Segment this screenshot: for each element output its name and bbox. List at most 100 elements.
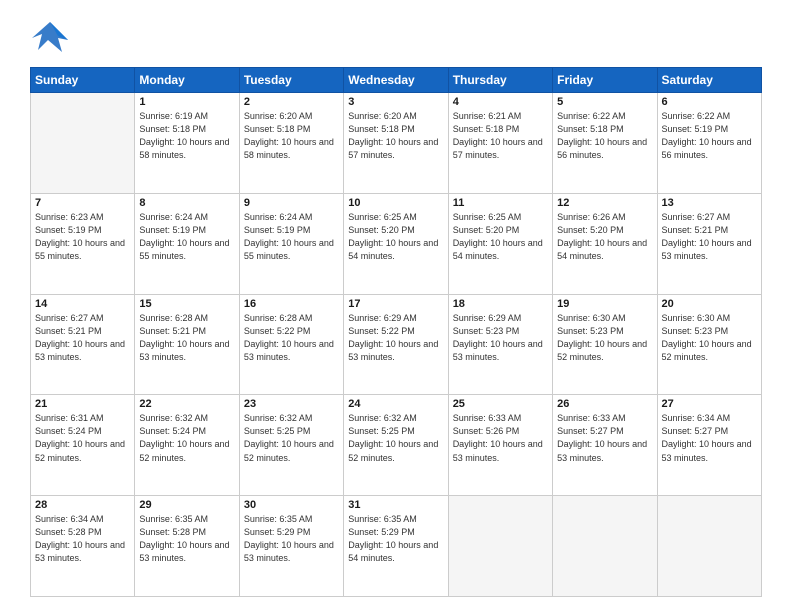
day-number: 5 xyxy=(557,96,652,108)
day-info: Sunrise: 6:27 AMSunset: 5:21 PMDaylight:… xyxy=(35,312,130,364)
day-number: 17 xyxy=(348,298,443,310)
day-info: Sunrise: 6:30 AMSunset: 5:23 PMDaylight:… xyxy=(662,312,757,364)
day-number: 7 xyxy=(35,197,130,209)
day-info: Sunrise: 6:22 AMSunset: 5:18 PMDaylight:… xyxy=(557,110,652,162)
calendar-cell: 6 Sunrise: 6:22 AMSunset: 5:19 PMDaylight… xyxy=(657,93,761,194)
day-number: 26 xyxy=(557,398,652,410)
calendar-cell: 25 Sunrise: 6:33 AMSunset: 5:26 PMDayligh… xyxy=(448,395,552,496)
day-info: Sunrise: 6:23 AMSunset: 5:19 PMDaylight:… xyxy=(35,211,130,263)
day-number: 28 xyxy=(35,499,130,511)
day-number: 22 xyxy=(139,398,234,410)
calendar-cell: 22 Sunrise: 6:32 AMSunset: 5:24 PMDayligh… xyxy=(135,395,239,496)
day-info: Sunrise: 6:22 AMSunset: 5:19 PMDaylight:… xyxy=(662,110,757,162)
day-info: Sunrise: 6:33 AMSunset: 5:27 PMDaylight:… xyxy=(557,412,652,464)
calendar-cell: 15Sunrise: 6:28 AMSunset: 5:21 PMDayligh… xyxy=(135,294,239,395)
calendar-cell: 1 Sunrise: 6:19 AMSunset: 5:18 PMDaylight… xyxy=(135,93,239,194)
day-number: 27 xyxy=(662,398,757,410)
day-number: 9 xyxy=(244,197,339,209)
day-number: 30 xyxy=(244,499,339,511)
day-info: Sunrise: 6:25 AMSunset: 5:20 PMDaylight:… xyxy=(348,211,443,263)
day-info: Sunrise: 6:35 AMSunset: 5:29 PMDaylight:… xyxy=(244,513,339,565)
day-number: 29 xyxy=(139,499,234,511)
calendar-week-3: 14 Sunrise: 6:27 AMSunset: 5:21 PMDayligh… xyxy=(31,294,762,395)
day-info: Sunrise: 6:20 AMSunset: 5:18 PMDaylight:… xyxy=(244,110,339,162)
calendar-cell: 24 Sunrise: 6:32 AMSunset: 5:25 PMDayligh… xyxy=(344,395,448,496)
day-info: Sunrise: 6:27 AMSunset: 5:21 PMDaylight:… xyxy=(662,211,757,263)
day-info: Sunrise: 6:25 AMSunset: 5:20 PMDaylight:… xyxy=(453,211,548,263)
header xyxy=(30,20,762,55)
calendar-cell: 14 Sunrise: 6:27 AMSunset: 5:21 PMDayligh… xyxy=(31,294,135,395)
calendar-cell: 31 Sunrise: 6:35 AMSunset: 5:29 PMDayligh… xyxy=(344,496,448,597)
day-number: 31 xyxy=(348,499,443,511)
calendar-cell xyxy=(657,496,761,597)
calendar-cell: 29 Sunrise: 6:35 AMSunset: 5:28 PMDayligh… xyxy=(135,496,239,597)
calendar-header-tuesday: Tuesday xyxy=(239,68,343,93)
calendar-cell: 7 Sunrise: 6:23 AMSunset: 5:19 PMDaylight… xyxy=(31,193,135,294)
calendar-header-thursday: Thursday xyxy=(448,68,552,93)
day-info: Sunrise: 6:28 AMSunset: 5:22 PMDaylight:… xyxy=(244,312,339,364)
day-info: Sunrise: 6:19 AMSunset: 5:18 PMDaylight:… xyxy=(139,110,234,162)
day-number: 12 xyxy=(557,197,652,209)
logo xyxy=(30,20,74,55)
day-number: 16 xyxy=(244,298,339,310)
day-info: Sunrise: 6:32 AMSunset: 5:25 PMDaylight:… xyxy=(348,412,443,464)
calendar-cell xyxy=(448,496,552,597)
calendar-cell: 21Sunrise: 6:31 AMSunset: 5:24 PMDayligh… xyxy=(31,395,135,496)
calendar-cell: 3 Sunrise: 6:20 AMSunset: 5:18 PMDaylight… xyxy=(344,93,448,194)
calendar-header-saturday: Saturday xyxy=(657,68,761,93)
day-info: Sunrise: 6:34 AMSunset: 5:28 PMDaylight:… xyxy=(35,513,130,565)
calendar-header-sunday: Sunday xyxy=(31,68,135,93)
day-info: Sunrise: 6:34 AMSunset: 5:27 PMDaylight:… xyxy=(662,412,757,464)
calendar-cell: 17 Sunrise: 6:29 AMSunset: 5:22 PMDayligh… xyxy=(344,294,448,395)
day-number: 4 xyxy=(453,96,548,108)
day-number: 20 xyxy=(662,298,757,310)
day-info: Sunrise: 6:20 AMSunset: 5:18 PMDaylight:… xyxy=(348,110,443,162)
day-info: Sunrise: 6:35 AMSunset: 5:28 PMDaylight:… xyxy=(139,513,234,565)
calendar-cell: 8Sunrise: 6:24 AMSunset: 5:19 PMDaylight… xyxy=(135,193,239,294)
day-number: 8 xyxy=(139,197,234,209)
day-info: Sunrise: 6:24 AMSunset: 5:19 PMDaylight:… xyxy=(244,211,339,263)
calendar-cell: 16 Sunrise: 6:28 AMSunset: 5:22 PMDayligh… xyxy=(239,294,343,395)
calendar-cell: 2 Sunrise: 6:20 AMSunset: 5:18 PMDaylight… xyxy=(239,93,343,194)
day-number: 6 xyxy=(662,96,757,108)
day-number: 3 xyxy=(348,96,443,108)
calendar-week-5: 28 Sunrise: 6:34 AMSunset: 5:28 PMDayligh… xyxy=(31,496,762,597)
calendar-cell: 5 Sunrise: 6:22 AMSunset: 5:18 PMDaylight… xyxy=(553,93,657,194)
calendar-cell: 23Sunrise: 6:32 AMSunset: 5:25 PMDayligh… xyxy=(239,395,343,496)
calendar-header-monday: Monday xyxy=(135,68,239,93)
calendar-table: SundayMondayTuesdayWednesdayThursdayFrid… xyxy=(30,67,762,597)
calendar-cell: 12 Sunrise: 6:26 AMSunset: 5:20 PMDayligh… xyxy=(553,193,657,294)
calendar-cell xyxy=(553,496,657,597)
day-info: Sunrise: 6:21 AMSunset: 5:18 PMDaylight:… xyxy=(453,110,548,162)
day-number: 15 xyxy=(139,298,234,310)
day-number: 2 xyxy=(244,96,339,108)
calendar-cell: 30 Sunrise: 6:35 AMSunset: 5:29 PMDayligh… xyxy=(239,496,343,597)
day-info: Sunrise: 6:30 AMSunset: 5:23 PMDaylight:… xyxy=(557,312,652,364)
calendar-cell xyxy=(31,93,135,194)
calendar-cell: 20 Sunrise: 6:30 AMSunset: 5:23 PMDayligh… xyxy=(657,294,761,395)
logo-icon xyxy=(30,20,70,55)
day-info: Sunrise: 6:29 AMSunset: 5:22 PMDaylight:… xyxy=(348,312,443,364)
day-number: 23 xyxy=(244,398,339,410)
day-number: 25 xyxy=(453,398,548,410)
calendar-header-wednesday: Wednesday xyxy=(344,68,448,93)
day-info: Sunrise: 6:26 AMSunset: 5:20 PMDaylight:… xyxy=(557,211,652,263)
day-number: 11 xyxy=(453,197,548,209)
calendar-cell: 10Sunrise: 6:25 AMSunset: 5:20 PMDayligh… xyxy=(344,193,448,294)
day-number: 24 xyxy=(348,398,443,410)
day-info: Sunrise: 6:32 AMSunset: 5:24 PMDaylight:… xyxy=(139,412,234,464)
calendar-cell: 26 Sunrise: 6:33 AMSunset: 5:27 PMDayligh… xyxy=(553,395,657,496)
calendar-cell: 9 Sunrise: 6:24 AMSunset: 5:19 PMDaylight… xyxy=(239,193,343,294)
day-info: Sunrise: 6:35 AMSunset: 5:29 PMDaylight:… xyxy=(348,513,443,565)
day-number: 1 xyxy=(139,96,234,108)
calendar-cell: 18Sunrise: 6:29 AMSunset: 5:23 PMDayligh… xyxy=(448,294,552,395)
day-number: 21 xyxy=(35,398,130,410)
day-number: 14 xyxy=(35,298,130,310)
calendar-cell: 11 Sunrise: 6:25 AMSunset: 5:20 PMDayligh… xyxy=(448,193,552,294)
calendar-week-2: 7 Sunrise: 6:23 AMSunset: 5:19 PMDaylight… xyxy=(31,193,762,294)
calendar-cell: 27 Sunrise: 6:34 AMSunset: 5:27 PMDayligh… xyxy=(657,395,761,496)
day-number: 18 xyxy=(453,298,548,310)
day-info: Sunrise: 6:33 AMSunset: 5:26 PMDaylight:… xyxy=(453,412,548,464)
day-number: 13 xyxy=(662,197,757,209)
calendar-cell: 19Sunrise: 6:30 AMSunset: 5:23 PMDayligh… xyxy=(553,294,657,395)
